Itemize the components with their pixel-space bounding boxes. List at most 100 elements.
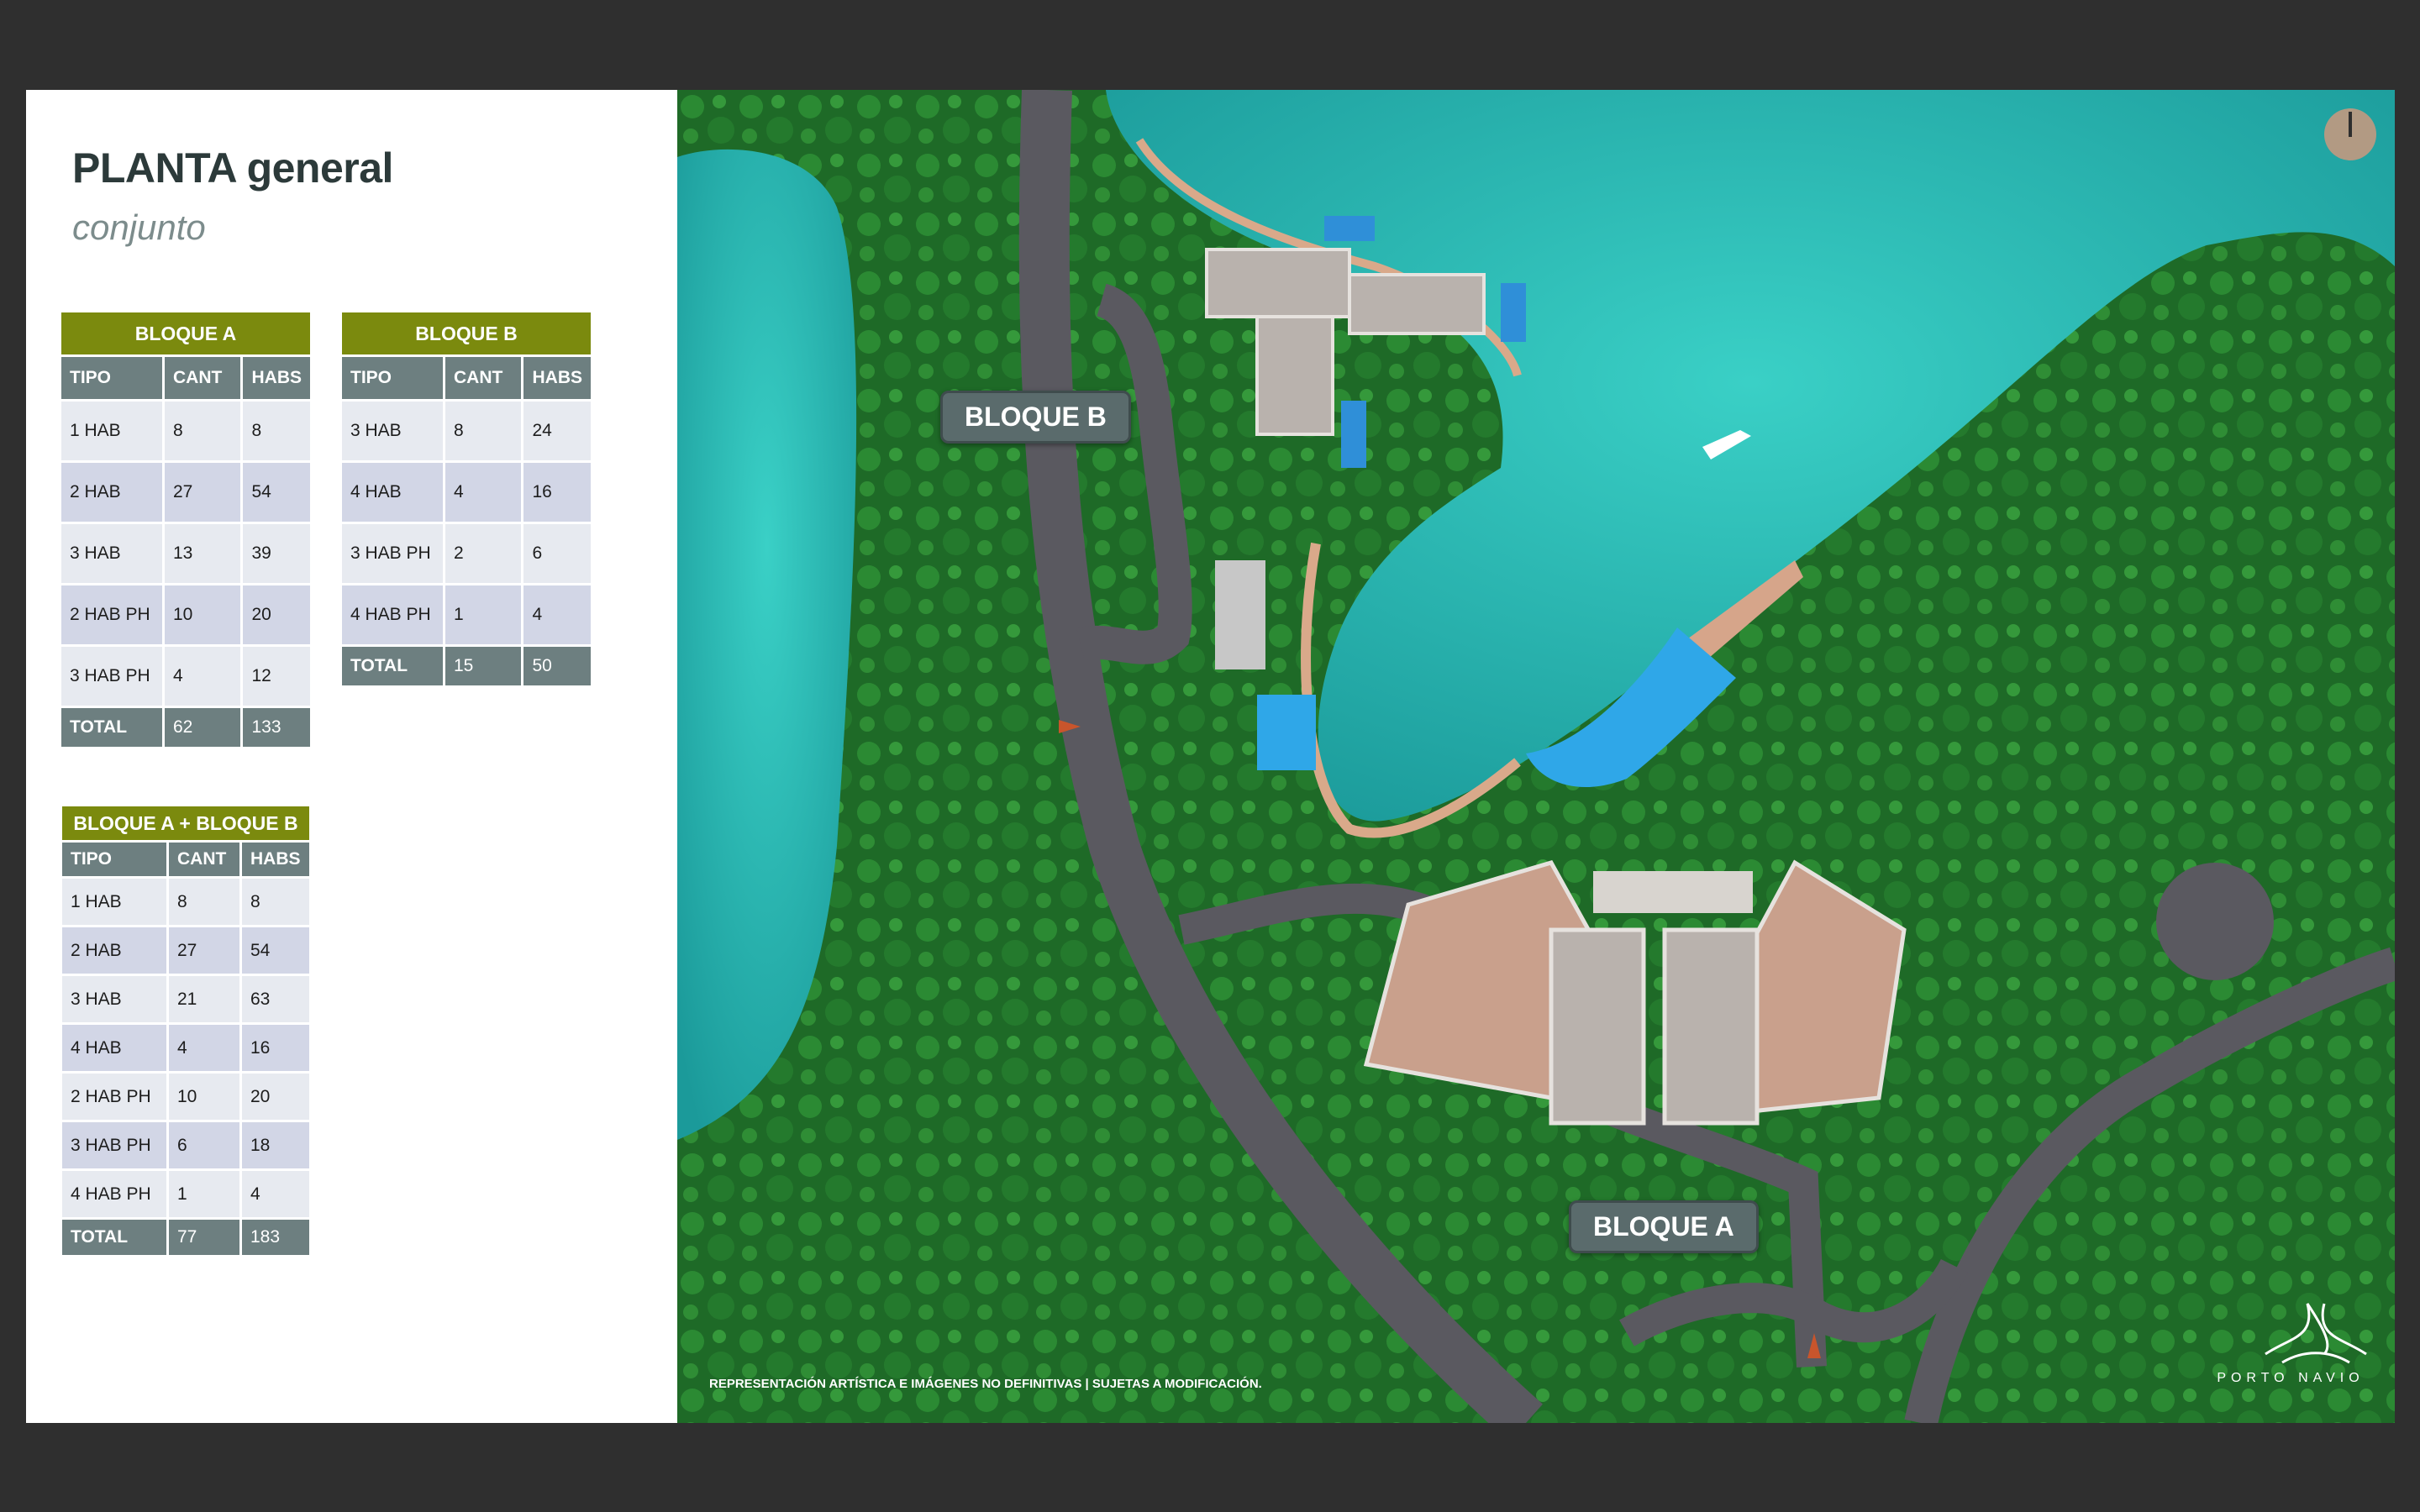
col-cant: CANT	[169, 843, 239, 876]
total-row: TOTAL 62 133	[61, 708, 310, 747]
cell-habs: 20	[242, 1074, 309, 1120]
cell-habs: 54	[243, 463, 310, 522]
cell-tipo: 3 HAB PH	[62, 1122, 166, 1168]
cell-habs: 24	[523, 402, 591, 460]
cell-cant: 8	[165, 402, 241, 460]
page-title: PLANTA general	[72, 144, 393, 192]
cell-tipo: 3 HAB	[342, 402, 443, 460]
compass-icon	[2324, 108, 2376, 160]
table-row: 4 HAB 4 16	[62, 1025, 309, 1071]
cell-cant: 4	[445, 463, 522, 522]
cell-tipo: 1 HAB	[62, 879, 166, 925]
table-row: 1 HAB 8 8	[62, 879, 309, 925]
cell-cant: 27	[169, 927, 239, 974]
cell-habs: 16	[523, 463, 591, 522]
cell-tipo: 3 HAB	[62, 976, 166, 1022]
cell-habs: 16	[242, 1025, 309, 1071]
bloque-a-title: BLOQUE A	[61, 312, 310, 354]
cell-cant: 13	[165, 524, 241, 583]
total-row: TOTAL 77 183	[62, 1220, 309, 1255]
cell-cant: 15	[445, 647, 522, 685]
cell-tipo: 3 HAB	[61, 524, 162, 583]
table-row: 2 HAB PH 10 20	[62, 1074, 309, 1120]
total-row: TOTAL 15 50	[342, 647, 591, 685]
cell-habs: 18	[242, 1122, 309, 1168]
table-row: 3 HAB PH 6 18	[62, 1122, 309, 1168]
brand-name: PORTO NAVIO	[2217, 1371, 2365, 1385]
cell-tipo: 2 HAB	[62, 927, 166, 974]
table-row: 3 HAB 13 39	[61, 524, 310, 583]
table-row: 4 HAB PH 1 4	[62, 1171, 309, 1217]
cell-habs: 8	[243, 402, 310, 460]
table-row: 2 HAB PH 10 20	[61, 585, 310, 644]
cell-cant: 4	[165, 647, 241, 706]
bloque-a-label: BLOQUE A	[1569, 1200, 1759, 1253]
cell-cant: 21	[169, 976, 239, 1022]
cell-cant: 4	[169, 1025, 239, 1071]
cell-tipo: 4 HAB PH	[62, 1171, 166, 1217]
cell-cant: 10	[169, 1074, 239, 1120]
cell-habs: 8	[242, 879, 309, 925]
table-row: 3 HAB 8 24	[342, 402, 591, 460]
cell-tipo: 2 HAB PH	[62, 1074, 166, 1120]
col-habs: HABS	[242, 843, 309, 876]
cell-tipo: TOTAL	[62, 1220, 166, 1255]
cell-cant: 27	[165, 463, 241, 522]
cell-cant: 8	[445, 402, 522, 460]
col-cant: CANT	[165, 357, 241, 399]
cell-tipo: 2 HAB PH	[61, 585, 162, 644]
cell-habs: 54	[242, 927, 309, 974]
cell-cant: 8	[169, 879, 239, 925]
cell-tipo: 4 HAB PH	[342, 585, 443, 644]
cell-cant: 2	[445, 524, 522, 583]
table-row: 2 HAB 27 54	[61, 463, 310, 522]
page-subtitle: conjunto	[72, 207, 206, 247]
cell-tipo: 1 HAB	[61, 402, 162, 460]
col-tipo: TIPO	[61, 357, 162, 399]
cell-habs: 6	[523, 524, 591, 583]
bloque-b-title: BLOQUE B	[342, 312, 591, 354]
cell-habs: 63	[242, 976, 309, 1022]
col-cant: CANT	[445, 357, 522, 399]
table-row: 4 HAB PH 1 4	[342, 585, 591, 644]
cell-cant: 1	[169, 1171, 239, 1217]
table-row: 1 HAB 8 8	[61, 402, 310, 460]
cell-tipo: 4 HAB	[62, 1025, 166, 1071]
brand: PORTO NAVIO	[2207, 1291, 2375, 1386]
cell-cant: 62	[165, 708, 241, 747]
cell-tipo: 3 HAB PH	[61, 647, 162, 706]
table-row: 3 HAB PH 4 12	[61, 647, 310, 706]
col-tipo: TIPO	[62, 843, 166, 876]
bloque-b-label: BLOQUE B	[940, 391, 1131, 444]
cell-habs: 4	[523, 585, 591, 644]
table-row: 2 HAB 27 54	[62, 927, 309, 974]
bloque-ab-table: BLOQUE A + BLOQUE B TIPO CANT HABS 1 HAB…	[60, 804, 312, 1257]
cell-habs: 39	[243, 524, 310, 583]
cell-cant: 77	[169, 1220, 239, 1255]
disclaimer-text: REPRESENTACIÓN ARTÍSTICA E IMÁGENES NO D…	[709, 1377, 1262, 1391]
table-row: 3 HAB 21 63	[62, 976, 309, 1022]
col-habs: HABS	[243, 357, 310, 399]
slide: PLANTA general conjunto BLOQUE A TIPO CA…	[26, 90, 2395, 1423]
table-row: 3 HAB PH 2 6	[342, 524, 591, 583]
cell-cant: 10	[165, 585, 241, 644]
cell-cant: 6	[169, 1122, 239, 1168]
cell-habs: 183	[242, 1220, 309, 1255]
bloque-ab-title: BLOQUE A + BLOQUE B	[62, 806, 309, 840]
site-plan-map: BLOQUE B BLOQUE A PORTO NAVIO REPRESENTA…	[677, 90, 2395, 1423]
cell-habs: 4	[242, 1171, 309, 1217]
cell-tipo: 2 HAB	[61, 463, 162, 522]
cell-tipo: TOTAL	[342, 647, 443, 685]
bloque-a-table: BLOQUE A TIPO CANT HABS 1 HAB 8 8 2 HAB …	[59, 310, 313, 749]
col-tipo: TIPO	[342, 357, 443, 399]
col-habs: HABS	[523, 357, 591, 399]
cell-tipo: TOTAL	[61, 708, 162, 747]
table-row: 4 HAB 4 16	[342, 463, 591, 522]
cell-habs: 50	[523, 647, 591, 685]
cell-habs: 20	[243, 585, 310, 644]
cell-cant: 1	[445, 585, 522, 644]
cell-tipo: 3 HAB PH	[342, 524, 443, 583]
left-panel: PLANTA general conjunto BLOQUE A TIPO CA…	[26, 90, 677, 1423]
cell-tipo: 4 HAB	[342, 463, 443, 522]
cell-habs: 133	[243, 708, 310, 747]
